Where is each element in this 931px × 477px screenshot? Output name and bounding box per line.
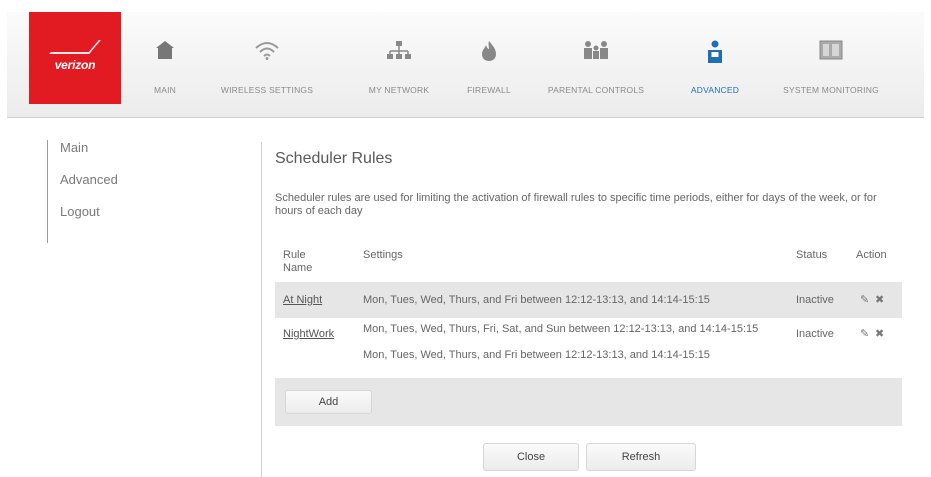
delete-icon[interactable]: ✖ bbox=[875, 327, 884, 340]
flame-icon bbox=[482, 41, 496, 61]
sidebar: Main Advanced Logout bbox=[47, 140, 118, 243]
wifi-icon bbox=[255, 42, 279, 60]
nav-label-firewall: FIREWALL bbox=[467, 85, 511, 95]
rule-name-link[interactable]: NightWork bbox=[283, 328, 334, 341]
nav-item-wireless-settings[interactable]: WIRELESS SETTINGS bbox=[207, 12, 327, 117]
delete-icon[interactable]: ✖ bbox=[875, 293, 884, 306]
rule-status: Inactive bbox=[796, 328, 834, 340]
nav-label-main: MAIN bbox=[153, 85, 177, 95]
house-icon bbox=[156, 41, 174, 59]
refresh-button[interactable]: Refresh bbox=[586, 443, 696, 471]
monitor-icon bbox=[819, 40, 843, 60]
nav-label-system-monitoring: SYSTEM MONITORING bbox=[783, 85, 879, 95]
rule-settings: Mon, Tues, Wed, Thurs, and Fri between 1… bbox=[363, 294, 710, 306]
nav-label-parental-controls: PARENTAL CONTROLS bbox=[547, 85, 645, 95]
nav-item-system-monitoring[interactable]: SYSTEM MONITORING bbox=[765, 12, 897, 117]
add-button[interactable]: Add bbox=[285, 390, 372, 414]
nav-item-parental-controls[interactable]: PARENTAL CONTROLS bbox=[541, 12, 651, 117]
content-divider bbox=[261, 142, 262, 477]
main-nav: MAIN WIRELESS SETTINGS MY NETWORK FIREWA… bbox=[7, 12, 924, 117]
table-row: At Night Mon, Tues, Wed, Thurs, and Fri … bbox=[275, 282, 902, 318]
rule-status: Inactive bbox=[796, 294, 834, 306]
col-header-settings: Settings bbox=[363, 249, 403, 261]
col-header-action: Action bbox=[856, 249, 887, 261]
table-row: NightWork Mon, Tues, Wed, Thurs, Fri, Sa… bbox=[275, 318, 902, 378]
edit-icon[interactable]: ✎ bbox=[860, 327, 869, 340]
page-description: Scheduler rules are used for limiting th… bbox=[275, 192, 877, 217]
advanced-user-icon bbox=[708, 40, 722, 63]
sidebar-item-advanced[interactable]: Advanced bbox=[60, 172, 118, 188]
nav-item-advanced[interactable]: ADVANCED bbox=[683, 12, 747, 117]
nav-label-advanced: ADVANCED bbox=[690, 85, 740, 95]
sidebar-item-logout[interactable]: Logout bbox=[60, 204, 118, 220]
top-header: verizon MAIN WIRELESS SETTINGS MY NETWOR… bbox=[7, 12, 924, 118]
edit-icon[interactable]: ✎ bbox=[860, 293, 869, 306]
page-title: Scheduler Rules bbox=[275, 150, 393, 167]
col-header-rule-name: Rule Name bbox=[283, 249, 313, 274]
nav-item-main[interactable]: MAIN bbox=[143, 12, 187, 117]
rule-settings-line-2: Mon, Tues, Wed, Thurs, and Fri between 1… bbox=[363, 349, 710, 361]
network-icon bbox=[387, 41, 411, 59]
nav-item-my-network[interactable]: MY NETWORK bbox=[357, 12, 441, 117]
rule-name-link[interactable]: At Night bbox=[283, 294, 322, 307]
col-header-status: Status bbox=[796, 249, 828, 261]
rule-settings: Mon, Tues, Wed, Thurs, Fri, Sat, and Sun… bbox=[363, 323, 759, 335]
family-icon bbox=[584, 41, 608, 59]
nav-label-my-network: MY NETWORK bbox=[368, 85, 430, 95]
add-row: Add bbox=[275, 378, 902, 426]
nav-label-wireless-settings: WIRELESS SETTINGS bbox=[220, 85, 314, 95]
sidebar-item-main[interactable]: Main bbox=[60, 140, 118, 156]
nav-item-firewall[interactable]: FIREWALL bbox=[459, 12, 519, 117]
close-button[interactable]: Close bbox=[483, 443, 579, 471]
